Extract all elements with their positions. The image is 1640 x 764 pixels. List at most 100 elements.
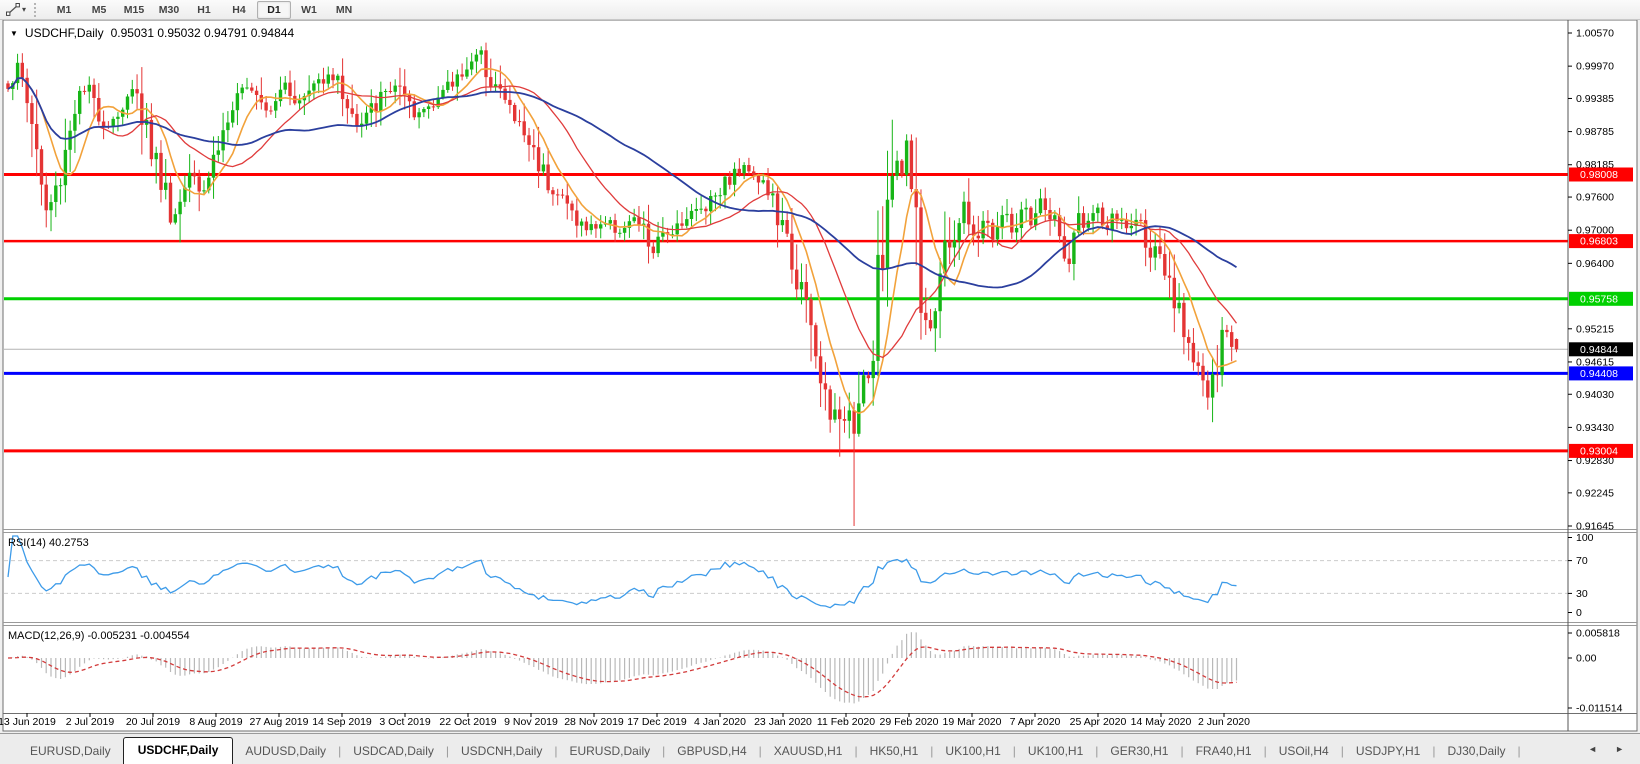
price-tick-label: 0.93430 bbox=[1576, 422, 1614, 434]
chart-tab-audusd-daily[interactable]: AUDUSD,Daily bbox=[233, 740, 338, 764]
tab-separator: | bbox=[1517, 744, 1521, 758]
date-tick-label: 17 Dec 2019 bbox=[627, 716, 687, 728]
bid-price-label: 0.94844 bbox=[1580, 344, 1618, 356]
price-tick-label: 0.95215 bbox=[1576, 323, 1614, 335]
symbol-label: USDCHF,Daily bbox=[24, 26, 104, 40]
date-axis-line bbox=[3, 713, 1637, 714]
macd-signal-value: -0.004554 bbox=[140, 630, 190, 642]
price-badge-label: 0.94408 bbox=[1580, 368, 1618, 380]
chart-tab-eurusd-daily[interactable]: EURUSD,Daily bbox=[18, 740, 123, 764]
date-tick-label: 8 Aug 2019 bbox=[189, 716, 242, 728]
rsi-value: 40.2753 bbox=[48, 537, 89, 549]
price-badge-label: 0.98008 bbox=[1580, 169, 1618, 181]
date-tick-label: 28 Nov 2019 bbox=[564, 716, 624, 728]
timeframe-button-d1[interactable]: D1 bbox=[257, 0, 292, 19]
chart-tab-gbpusd-h4[interactable]: GBPUSD,H4 bbox=[665, 740, 758, 764]
chart-tab-usdcnh-daily[interactable]: USDCNH,Daily bbox=[449, 740, 554, 764]
macd-tick-label: 0.00 bbox=[1576, 653, 1597, 665]
timeframe-buttons: M1 M5 M15 M30 H1 H4 D1 W1 MN bbox=[47, 0, 361, 19]
timeframe-button-m30[interactable]: M30 bbox=[152, 1, 186, 19]
chart-tab-dj30-daily[interactable]: DJ30,Daily bbox=[1435, 740, 1517, 764]
chart-tab-usdcad-daily[interactable]: USDCAD,Daily bbox=[341, 740, 446, 764]
line-studies-button[interactable]: ▾ bbox=[2, 2, 30, 17]
mt4-window: 1.00570 0.99970 0.99385 0.98785 0.98185 0.976… bbox=[0, 0, 1640, 764]
price-badge-label: 0.93004 bbox=[1580, 445, 1618, 457]
timeframe-button-h1[interactable]: H1 bbox=[187, 1, 221, 19]
macd-tick-label: 0.005818 bbox=[1576, 628, 1620, 640]
chart-tabs-bar: EURUSD,Daily USDCHF,Daily AUDUSD,Daily | USD… bbox=[0, 733, 1640, 764]
date-tick-label: 29 Feb 2020 bbox=[880, 716, 939, 728]
chart-tab-xauusd-h1[interactable]: XAUUSD,H1 bbox=[762, 740, 855, 764]
price-badge-label: 0.96803 bbox=[1580, 236, 1618, 248]
chart-tab-eurusd-daily[interactable]: EURUSD,Daily bbox=[557, 740, 662, 764]
chart-canvas: 1.005700.999700.993850.987850.981850.976… bbox=[0, 19, 1638, 732]
pane-splitter[interactable] bbox=[3, 622, 1637, 623]
date-tick-label: 25 Apr 2020 bbox=[1070, 716, 1127, 728]
chart-tab-hk50-h1[interactable]: HK50,H1 bbox=[858, 740, 931, 764]
price-tick-label: 0.99385 bbox=[1576, 93, 1614, 105]
price-tick-label: 0.96400 bbox=[1576, 258, 1614, 270]
chart-tabs: EURUSD,Daily USDCHF,Daily AUDUSD,Daily | USD… bbox=[18, 734, 1521, 764]
rsi-name: RSI(14) bbox=[8, 537, 46, 549]
date-tick-label: 9 Nov 2019 bbox=[504, 716, 558, 728]
rsi-indicator-label: RSI(14) 40.2753 bbox=[8, 537, 89, 549]
timeframe-button-w1[interactable]: W1 bbox=[292, 1, 326, 19]
timeframe-button-m15[interactable]: M15 bbox=[117, 1, 151, 19]
macd-indicator-label: MACD(12,26,9) -0.005231 -0.004554 bbox=[8, 630, 190, 642]
timeframe-button-mn[interactable]: MN bbox=[327, 1, 361, 19]
price-tick-label: 0.92245 bbox=[1576, 487, 1614, 499]
chevron-down-icon: ▾ bbox=[22, 4, 27, 14]
ohlc-quotes: 0.95031 0.95032 0.94791 0.94844 bbox=[110, 26, 295, 40]
date-tick-label: 2 Jul 2019 bbox=[66, 716, 115, 728]
price-tick-label: 0.98785 bbox=[1576, 126, 1614, 138]
chart-tab-uk100-h1[interactable]: UK100,H1 bbox=[1016, 740, 1095, 764]
chart-tab-fra40-h1[interactable]: FRA40,H1 bbox=[1184, 740, 1264, 764]
tab-scroll-left-icon[interactable]: ◄ bbox=[1586, 740, 1599, 758]
date-tick-label: 20 Jul 2019 bbox=[126, 716, 180, 728]
toolbar-grip bbox=[34, 2, 41, 17]
date-tick-label: 19 Mar 2020 bbox=[943, 716, 1002, 728]
price-tick-label: 1.00570 bbox=[1576, 28, 1614, 40]
macd-main-value: -0.005231 bbox=[87, 630, 138, 642]
chart-tab-usdjpy-h1[interactable]: USDJPY,H1 bbox=[1344, 740, 1432, 764]
macd-tick-label: -0.011514 bbox=[1576, 703, 1623, 715]
date-tick-label: 13 Jun 2019 bbox=[0, 716, 56, 728]
price-tick-label: 0.91645 bbox=[1576, 521, 1614, 533]
toolbar: ▾ M1 M5 M15 M30 H1 H4 D1 W1 MN bbox=[0, 0, 1640, 20]
timeframe-button-h4[interactable]: H4 bbox=[222, 1, 256, 19]
date-tick-label: 4 Jan 2020 bbox=[694, 716, 746, 728]
date-tick-label: 27 Aug 2019 bbox=[250, 716, 309, 728]
price-badge-label: 0.95758 bbox=[1580, 293, 1618, 305]
price-tick-label: 0.99970 bbox=[1576, 61, 1614, 73]
date-tick-label: 14 Sep 2019 bbox=[312, 716, 372, 728]
line-studies-icon bbox=[6, 3, 20, 16]
date-tick-label: 14 May 2020 bbox=[1131, 716, 1192, 728]
chart-tab-usoil-h4[interactable]: USOil,H4 bbox=[1267, 740, 1341, 764]
chart-tab-ger30-h1[interactable]: GER30,H1 bbox=[1098, 740, 1180, 764]
date-tick-label: 23 Jan 2020 bbox=[754, 716, 812, 728]
pane-splitter[interactable] bbox=[3, 625, 1637, 626]
date-tick-label: 3 Oct 2019 bbox=[379, 716, 431, 728]
rsi-tick-label: 30 bbox=[1576, 588, 1588, 600]
date-tick-label: 7 Apr 2020 bbox=[1010, 716, 1061, 728]
timeframe-button-m1[interactable]: M1 bbox=[47, 1, 81, 19]
rsi-tick-label: 100 bbox=[1576, 532, 1594, 544]
tab-scroll-arrows: ◄ ► bbox=[1586, 734, 1626, 764]
pane-splitter[interactable] bbox=[3, 529, 1637, 530]
chart-title: ▼ USDCHF,Daily 0.95031 0.95032 0.94791 0… bbox=[10, 26, 294, 40]
date-tick-label: 2 Jun 2020 bbox=[1198, 716, 1250, 728]
chart-tab-usdchf-daily[interactable]: USDCHF,Daily bbox=[122, 737, 234, 764]
date-tick-label: 22 Oct 2019 bbox=[439, 716, 496, 728]
price-tick-label: 0.97600 bbox=[1576, 192, 1614, 204]
date-tick-label: 11 Feb 2020 bbox=[817, 716, 875, 728]
chart-tab-uk100-h1[interactable]: UK100,H1 bbox=[933, 740, 1012, 764]
macd-name: MACD(12,26,9) bbox=[8, 630, 85, 642]
timeframe-button-m5[interactable]: M5 bbox=[82, 1, 116, 19]
pane-splitter[interactable] bbox=[3, 532, 1637, 533]
rsi-tick-label: 0 bbox=[1576, 607, 1582, 619]
chart-surface[interactable] bbox=[4, 21, 1568, 528]
price-tick-label: 0.94030 bbox=[1576, 389, 1614, 401]
rsi-tick-label: 70 bbox=[1576, 555, 1588, 567]
symbol-dropdown-icon[interactable]: ▼ bbox=[10, 29, 18, 38]
tab-scroll-right-icon[interactable]: ► bbox=[1613, 740, 1626, 758]
